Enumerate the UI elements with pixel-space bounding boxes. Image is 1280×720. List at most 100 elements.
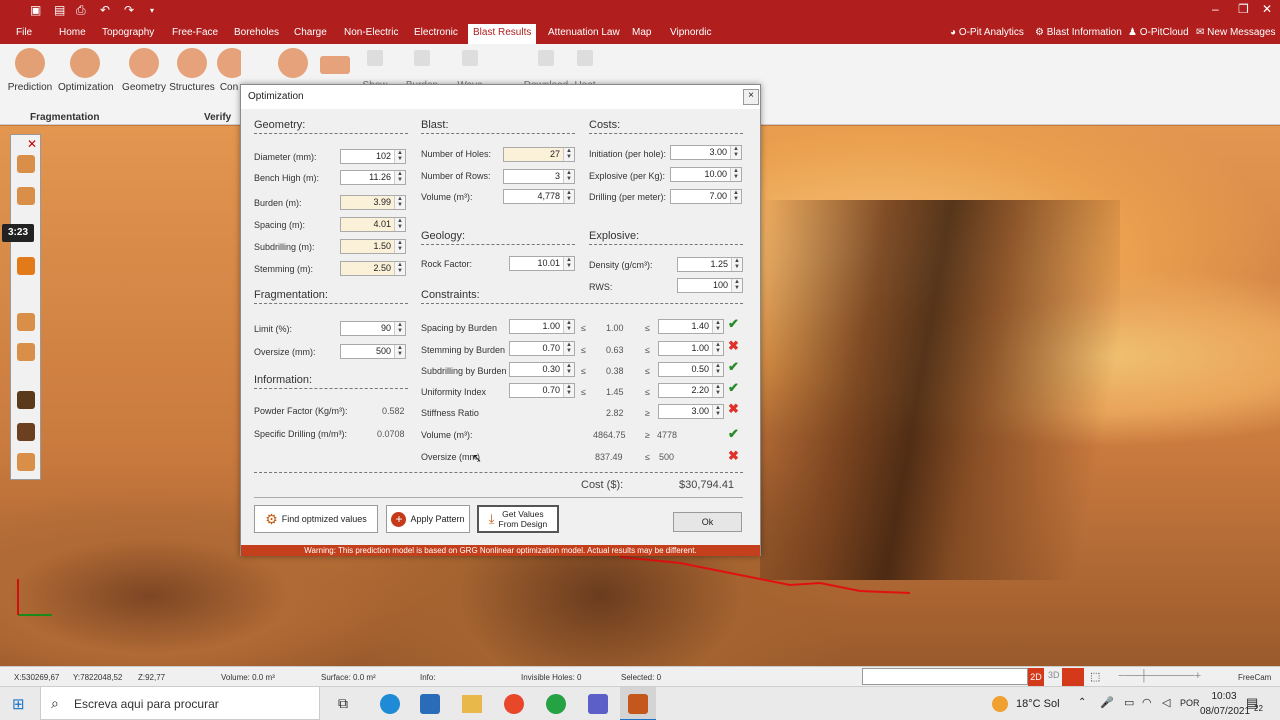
spinner-icon[interactable]: ▲ ▼ [394,240,405,253]
dialog-close-button[interactable]: × [743,89,759,105]
spinner-icon[interactable]: ▲ ▼ [563,320,574,333]
spinner-icon[interactable]: ▲ ▼ [563,170,574,183]
rows-input[interactable]: 3 ▲ ▼ [503,169,575,184]
status-input[interactable] [862,668,1028,685]
initiation-input[interactable]: 3.00 ▲ ▼ [670,145,742,160]
spinner-icon[interactable]: ▲ ▼ [563,190,574,203]
outlook-icon[interactable] [420,694,440,714]
holes-input[interactable]: 27 ▲ ▼ [503,147,575,162]
bench-input[interactable]: 11.26 ▲ ▼ [340,170,406,185]
spinner-icon[interactable]: ▲ ▼ [730,168,741,181]
spinner-icon[interactable]: ▲ ▼ [394,218,405,231]
spinner-icon[interactable]: ▲ ▼ [731,258,742,271]
print-icon[interactable]: ⎙ [76,3,86,18]
menu-non-electric[interactable]: Non-Electric [344,27,398,38]
spinner-icon[interactable]: ▲ ▼ [712,320,723,333]
rock-factor-input[interactable]: 10.01 ▲ ▼ [509,256,575,271]
spinner-icon[interactable]: ▲ ▼ [563,384,574,397]
spinner-icon[interactable]: ▲ ▼ [712,384,723,397]
find-optimized-values-button[interactable]: ⚙ Find optmized values [254,505,378,533]
subdrilling-input[interactable]: 1.50 ▲ ▼ [340,239,406,254]
constraint-max-input[interactable]: 1.00 ▲ ▼ [658,341,724,356]
spinner-icon[interactable]: ▲ ▼ [394,171,405,184]
tool-column-icon[interactable] [17,313,35,331]
limit-input[interactable]: 90 ▲ ▼ [340,321,406,336]
constraint-min-input[interactable]: 0.70 ▲ ▼ [509,341,575,356]
close-toolbar-icon[interactable]: ✕ [27,137,37,151]
battery-icon[interactable]: ▭ [1124,696,1134,709]
explosive-cost-input[interactable]: 10.00 ▲ ▼ [670,167,742,182]
spinner-icon[interactable]: ▲ ▼ [394,262,405,275]
menu-home[interactable]: Home [59,27,86,38]
language-indicator[interactable]: POR [1180,698,1200,708]
volume-icon[interactable]: ◁ [1162,696,1170,709]
constraint-max-input[interactable]: 1.40 ▲ ▼ [658,319,724,334]
clock-time[interactable]: 10:03 [1207,691,1241,702]
spinner-icon[interactable]: ▲ ▼ [563,148,574,161]
menu-free-face[interactable]: Free-Face [172,27,218,38]
constraint-min-input[interactable]: 0.70 ▲ ▼ [509,383,575,398]
tool-cross-icon[interactable] [17,391,35,409]
spacing-input[interactable]: 4.01 ▲ ▼ [340,217,406,232]
view-2d-button[interactable]: 2D [1028,668,1044,686]
tool-light-icon[interactable] [17,155,35,173]
structures-button[interactable]: Structures [169,48,215,93]
spinner-icon[interactable]: ▲ ▼ [730,190,741,203]
menu-vipnordic[interactable]: Vipnordic [670,27,712,38]
constraint-min-input[interactable]: 0.30 ▲ ▼ [509,362,575,377]
menu-boreholes[interactable]: Boreholes [234,27,279,38]
spinner-icon[interactable]: ▲ ▼ [712,363,723,376]
optimization-button[interactable]: Optimization [58,48,114,93]
stemming-input[interactable]: 2.50 ▲ ▼ [340,261,406,276]
undo-icon[interactable]: ↶ [100,3,110,17]
constraint-max-input[interactable]: 0.50 ▲ ▼ [658,362,724,377]
spinner-icon[interactable]: ▲ ▼ [394,150,405,163]
apply-pattern-button[interactable]: + Apply Pattern [386,505,470,533]
oversize-input[interactable]: 500 ▲ ▼ [340,344,406,359]
spinner-icon[interactable]: ▲ ▼ [712,405,723,418]
drilling-cost-input[interactable]: 7.00 ▲ ▼ [670,189,742,204]
menu-charge[interactable]: Charge [294,27,327,38]
menu-attenuation-law[interactable]: Attenuation Law [548,27,620,38]
explorer-icon[interactable] [462,695,482,713]
tray-chevron-icon[interactable]: ⌃ [1078,697,1086,708]
spinner-icon[interactable]: ▲ ▼ [730,146,741,159]
spinner-icon[interactable]: ▲ ▼ [394,196,405,209]
microphone-icon[interactable]: 🎤 [1100,696,1114,709]
menu-blast-results[interactable]: Blast Results [468,24,537,44]
zoom-slider[interactable]: −──┼──────+ [1118,670,1201,682]
prediction-button[interactable]: Prediction [7,48,53,93]
whatsapp-icon[interactable] [546,694,566,714]
clock-date[interactable]: 08/07/2021 [1200,706,1250,717]
chrome-icon[interactable] [504,694,524,714]
spinner-icon[interactable]: ▲ ▼ [563,363,574,376]
tool-split-icon[interactable] [17,343,35,361]
minimize-icon[interactable]: – [1212,2,1219,16]
o-pit-cloud-link[interactable]: ♟ O-PitCloud [1128,27,1189,38]
tool-fill-icon[interactable] [17,257,35,275]
tool-ruler-icon[interactable] [17,453,35,471]
blast-information-link[interactable]: ⚙ Blast Information [1035,27,1122,38]
windows-start-icon[interactable]: ⊞ [12,695,25,713]
ok-button[interactable]: Ok [673,512,742,532]
tool-slope-icon[interactable] [17,187,35,205]
redo-icon[interactable]: ↷ [124,3,134,17]
constraint-max-input[interactable]: 2.20 ▲ ▼ [658,383,724,398]
spinner-icon[interactable]: ▲ ▼ [712,342,723,355]
constraint-min-input[interactable]: 1.00 ▲ ▼ [509,319,575,334]
get-values-from-design-button[interactable]: ⤓ Get Values From Design [477,505,559,533]
taskbar-search[interactable]: ⌕ Escreva aqui para procurar [40,686,320,720]
spinner-icon[interactable]: ▲ ▼ [394,345,405,358]
close-window-icon[interactable]: ✕ [1262,2,1272,16]
volume-input[interactable]: 4,778 ▲ ▼ [503,189,575,204]
menu-topography[interactable]: Topography [102,27,154,38]
open-icon[interactable]: ▤ [54,3,65,17]
restore-icon[interactable]: ❐ [1238,2,1249,16]
weather-text[interactable]: 18°C Sol [1016,698,1060,710]
constraint-max-input[interactable]: 3.00 ▲ ▼ [658,404,724,419]
spinner-icon[interactable]: ▲ ▼ [394,322,405,335]
box-view-icon[interactable]: ⬚ [1090,670,1100,683]
save-icon[interactable]: ▣ [30,3,41,17]
menu-file[interactable]: File [16,27,32,38]
teams-icon[interactable] [588,694,608,714]
